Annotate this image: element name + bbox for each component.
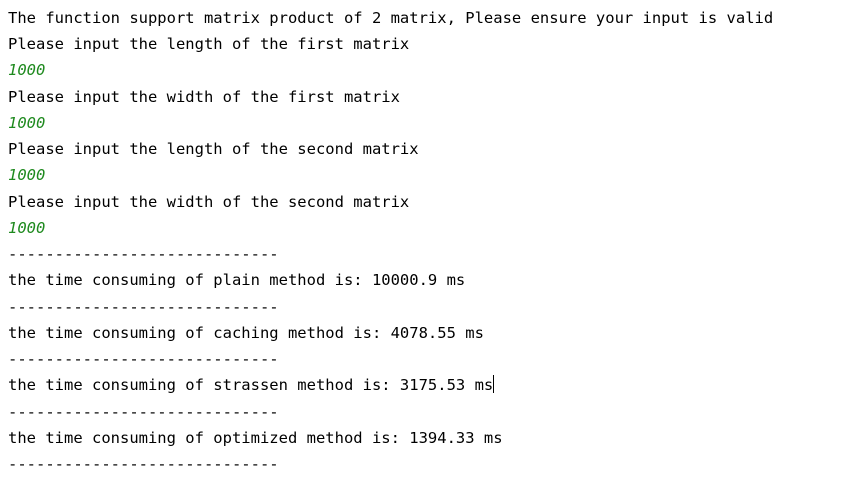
console-line-plain-time: the time consuming of plain method is: 1… <box>8 271 466 289</box>
console-line-prompt-first-length: Please input the length of the first mat… <box>8 35 410 53</box>
console-line-prompt-second-width: Please input the width of the second mat… <box>8 193 410 211</box>
console-input-first-length: 1000 <box>8 61 46 79</box>
console-line-intro: The function support matrix product of 2… <box>8 9 774 27</box>
console-output-panel[interactable]: ‾‾|‾‾‾‾‾|‾‾‾‾‾‾‾‾‾‾‾‾‾‾‾‾|‾‾‾‾‾‾‾‾‾‾‾‾‾‾… <box>0 0 856 479</box>
console-line-caching-time: the time consuming of caching method is:… <box>8 324 484 342</box>
console-line-prompt-second-length: Please input the length of the second ma… <box>8 140 419 158</box>
console-separator-5: ----------------------------- <box>8 455 279 473</box>
console-line-prompt-first-width: Please input the width of the first matr… <box>8 88 400 106</box>
console-line-strassen-text: the time consuming of strassen method is… <box>8 376 494 394</box>
console-separator-1: ----------------------------- <box>8 245 279 263</box>
console-separator-3: ----------------------------- <box>8 350 279 368</box>
console-separator-2: ----------------------------- <box>8 298 279 316</box>
console-line-strassen-time: the time consuming of strassen method is… <box>8 375 495 395</box>
console-input-second-length: 1000 <box>8 166 46 184</box>
console-input-second-width: 1000 <box>8 219 46 237</box>
console-separator-4: ----------------------------- <box>8 403 279 421</box>
console-line-optimized-time: the time consuming of optimized method i… <box>8 429 503 447</box>
console-input-first-width: 1000 <box>8 114 46 132</box>
text-cursor <box>493 375 495 393</box>
